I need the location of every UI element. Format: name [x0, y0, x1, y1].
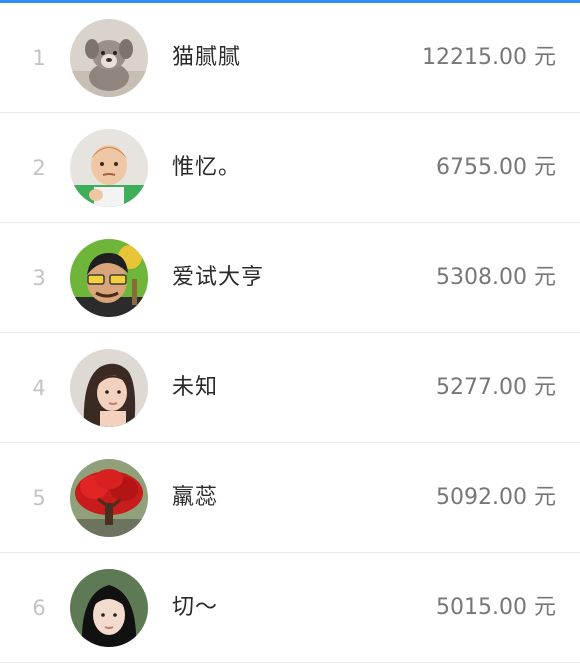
leaderboard-row[interactable]: 4 未知 5277.00 元: [0, 333, 580, 443]
amount-value: 6755.00 元: [436, 155, 556, 180]
woman-avatar-icon[interactable]: [70, 349, 148, 427]
leaderboard-row[interactable]: 5 羸蕊 5092.00 元: [0, 443, 580, 553]
user-name: 爱试大亨: [172, 265, 265, 290]
rank-number: 4: [32, 376, 46, 400]
user-name: 切～: [172, 595, 219, 620]
leaderboard-row[interactable]: 6 切～ 5015.00 元: [0, 553, 580, 663]
leaderboard-row[interactable]: 3 爱试大亨 5308.00 元: [0, 223, 580, 333]
rank-number: 3: [32, 266, 46, 290]
amount-value: 5092.00 元: [436, 485, 556, 510]
rank-number: 1: [32, 46, 46, 70]
leaderboard-row[interactable]: 1 猫腻腻 12215.00 元: [0, 3, 580, 113]
cartoon-man-avatar-icon[interactable]: [70, 239, 148, 317]
puppy-avatar-icon[interactable]: [70, 19, 148, 97]
user-name: 猫腻腻: [172, 45, 242, 70]
amount-value: 12215.00 元: [422, 45, 556, 70]
rank-number: 2: [32, 156, 46, 180]
baby-avatar-icon[interactable]: [70, 129, 148, 207]
rank-number: 6: [32, 596, 46, 620]
amount-value: 5015.00 元: [436, 595, 556, 620]
rank-number: 5: [32, 486, 46, 510]
leaderboard-row[interactable]: 2 惟忆。 6755.00 元: [0, 113, 580, 223]
user-name: 未知: [172, 375, 219, 400]
red-tree-avatar-icon[interactable]: [70, 459, 148, 537]
leaderboard-list: 1 猫腻腻 12215.00 元 2 惟忆。 6755.00 元 3 爱试大亨 …: [0, 3, 580, 663]
girl-avatar-icon[interactable]: [70, 569, 148, 647]
amount-value: 5308.00 元: [436, 265, 556, 290]
user-name: 惟忆。: [172, 155, 242, 180]
user-name: 羸蕊: [172, 485, 219, 510]
amount-value: 5277.00 元: [436, 375, 556, 400]
